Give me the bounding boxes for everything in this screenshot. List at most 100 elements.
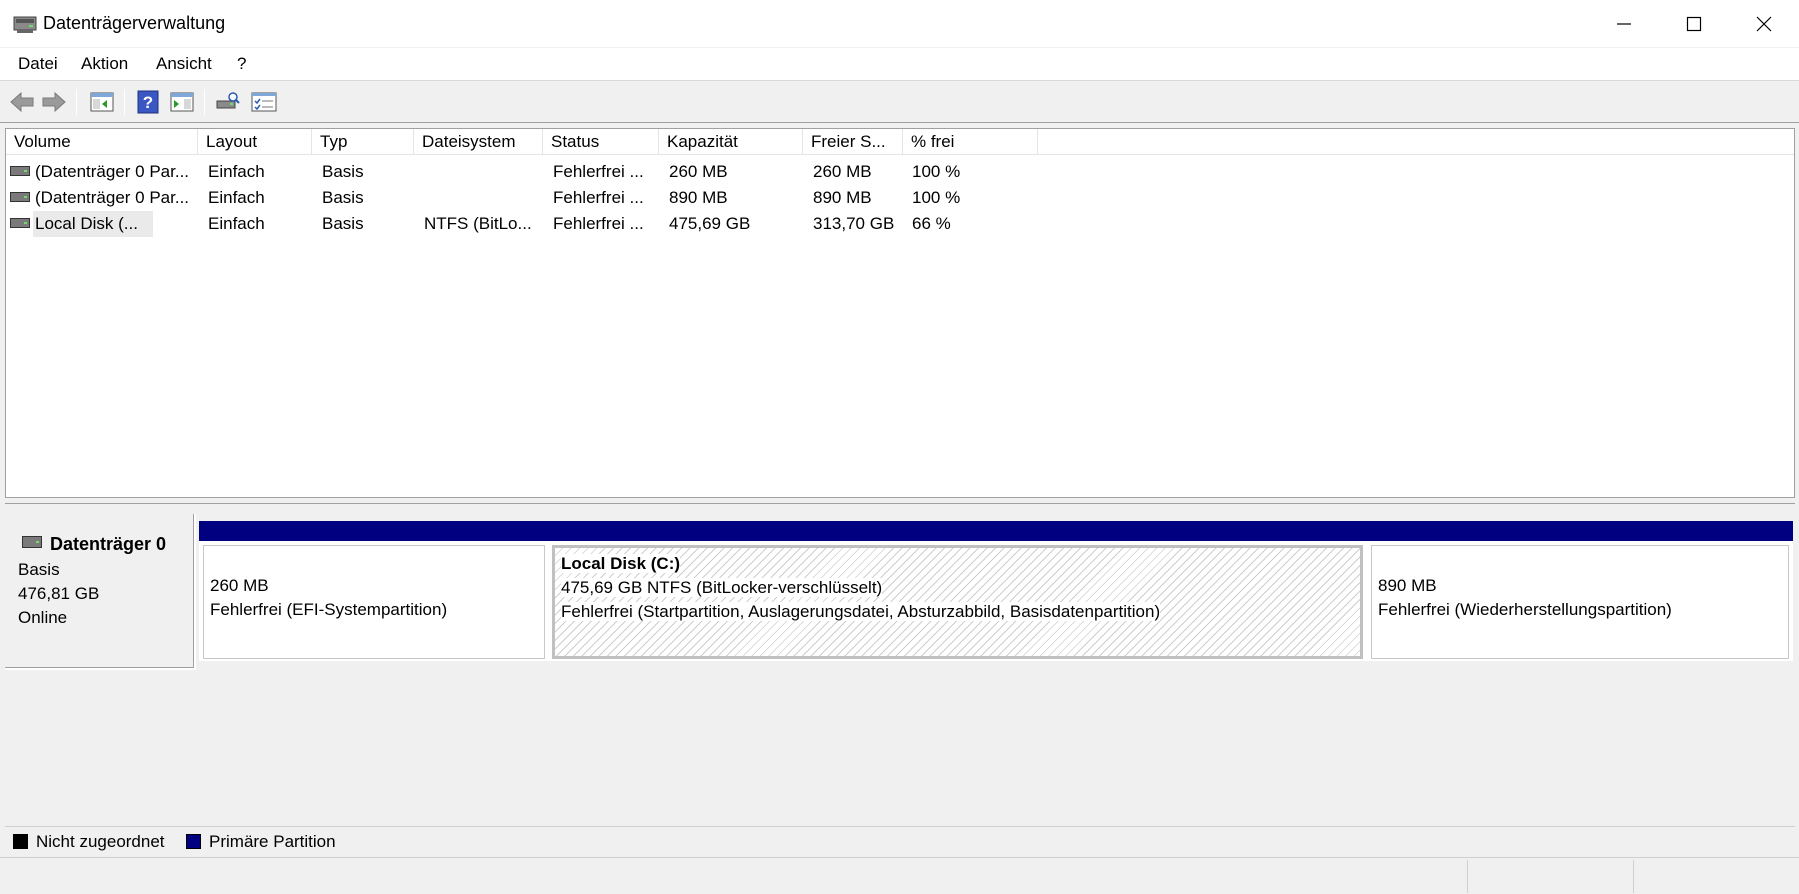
- cell-status: Fehlerfrei ...: [553, 162, 644, 181]
- cell-layout: Einfach: [208, 214, 265, 233]
- drive-icon: [10, 218, 30, 228]
- cell-prozent-frei: 100 %: [912, 188, 961, 207]
- menu-help[interactable]: ?: [237, 54, 246, 74]
- partition-status: Fehlerfrei (Wiederherstellungspartition): [1378, 600, 1672, 619]
- close-icon: [1756, 16, 1772, 32]
- maximize-button[interactable]: [1659, 0, 1729, 48]
- maximize-icon: [1686, 16, 1702, 32]
- legend-label-primary: Primäre Partition: [209, 832, 336, 851]
- table-row[interactable]: (Datenträger 0 Par... Einfach Basis Fehl…: [6, 159, 1794, 185]
- primary-partition-bar: [199, 521, 549, 541]
- cell-volume: (Datenträger 0 Par...: [35, 162, 190, 181]
- column-header-layout[interactable]: Layout: [198, 129, 312, 155]
- back-arrow-icon: [10, 91, 34, 113]
- disk-size: 476,81 GB: [18, 584, 100, 603]
- legend: Nicht zugeordnet Primäre Partition: [5, 826, 1795, 856]
- forward-arrow-icon: [42, 91, 66, 113]
- volume-list: Volume Layout Typ Dateisystem Status Kap…: [5, 128, 1795, 498]
- close-button[interactable]: [1729, 0, 1799, 48]
- cell-status: Fehlerfrei ...: [553, 214, 644, 233]
- help-button[interactable]: ?: [134, 88, 162, 116]
- column-header-dateisystem[interactable]: Dateisystem: [414, 129, 543, 155]
- partition-status: Fehlerfrei (Startpartition, Auslagerungs…: [561, 602, 1161, 621]
- svg-text:?: ?: [143, 93, 153, 112]
- cell-status: Fehlerfrei ...: [553, 188, 644, 207]
- minimize-button[interactable]: [1589, 0, 1659, 48]
- partition-title: Local Disk (C:): [561, 554, 681, 573]
- cell-volume: (Datenträger 0 Par...: [35, 188, 190, 207]
- partition-size: 890 MB: [1378, 576, 1437, 595]
- cell-freier-speicher: 890 MB: [813, 188, 872, 207]
- partition-body: 890 MB Fehlerfrei (Wiederherstellungspar…: [1371, 545, 1789, 659]
- partition-size: 475,69 GB NTFS (BitLocker-verschlüsselt): [561, 578, 883, 597]
- disk-state: Online: [18, 608, 68, 627]
- partition-status: Fehlerfrei (EFI-Systempartition): [210, 600, 448, 619]
- drive-icon: [10, 166, 30, 176]
- cell-typ: Basis: [322, 162, 364, 181]
- legend-swatch-primary: [186, 834, 201, 849]
- cell-layout: Einfach: [208, 162, 265, 181]
- cell-typ: Basis: [322, 188, 364, 207]
- rescan-disks-button[interactable]: [214, 88, 242, 116]
- cell-prozent-frei: 100 %: [912, 162, 961, 181]
- cell-layout: Einfach: [208, 188, 265, 207]
- show-hide-action-pane-icon: [170, 92, 194, 112]
- back-button[interactable]: [8, 88, 36, 116]
- column-header-freier-speicher[interactable]: Freier S...: [803, 129, 903, 155]
- forward-button[interactable]: [40, 88, 68, 116]
- disk-graphical-view: Datenträger 0 Basis 476,81 GB Online 260…: [5, 504, 1795, 826]
- cell-kapazitaet: 475,69 GB: [669, 214, 751, 233]
- cell-volume: Local Disk (...: [33, 211, 153, 237]
- menu-datei[interactable]: Datei: [18, 54, 58, 74]
- disk-management-icon: [13, 16, 37, 33]
- disk-name: Datenträger 0: [50, 534, 167, 554]
- table-row[interactable]: (Datenträger 0 Par... Einfach Basis Fehl…: [6, 185, 1794, 211]
- partition-size: 260 MB: [210, 576, 269, 595]
- properties-button[interactable]: [250, 88, 278, 116]
- column-header-prozent-frei[interactable]: % frei: [903, 129, 1038, 155]
- drive-icon: [10, 192, 30, 202]
- cell-dateisystem: [424, 159, 543, 185]
- primary-partition-bar: [1367, 521, 1793, 541]
- partition-body: 260 MB Fehlerfrei (EFI-Systempartition): [203, 545, 545, 659]
- disk-type: Basis: [18, 560, 60, 579]
- rescan-disks-icon: [216, 92, 240, 109]
- cell-prozent-frei: 66 %: [912, 214, 951, 233]
- disk-info-panel[interactable]: Datenträger 0 Basis 476,81 GB Online: [5, 514, 196, 670]
- title-bar: Datenträgerverwaltung: [0, 0, 1799, 48]
- show-hide-action-pane-button[interactable]: [168, 88, 196, 116]
- legend-swatch-unallocated: [13, 834, 28, 849]
- show-hide-console-tree-button[interactable]: [88, 88, 116, 116]
- disk-icon: [22, 536, 42, 548]
- partition-efi[interactable]: 260 MB Fehlerfrei (EFI-Systempartition): [199, 521, 549, 661]
- window-title: Datenträgerverwaltung: [43, 13, 226, 33]
- menu-aktion[interactable]: Aktion: [81, 54, 128, 74]
- cell-typ: Basis: [322, 214, 364, 233]
- status-bar-separator: [1467, 860, 1468, 893]
- cell-freier-speicher: 313,70 GB: [813, 214, 895, 233]
- volume-list-header: Volume Layout Typ Dateisystem Status Kap…: [6, 129, 1794, 155]
- column-header-status[interactable]: Status: [543, 129, 659, 155]
- partition-recovery[interactable]: 890 MB Fehlerfrei (Wiederherstellungspar…: [1367, 521, 1793, 661]
- column-header-kapazitaet[interactable]: Kapazität: [659, 129, 803, 155]
- toolbar-separator: [204, 89, 205, 115]
- show-hide-console-tree-icon: [90, 92, 114, 112]
- minimize-icon: [1617, 23, 1631, 25]
- column-header-volume[interactable]: Volume: [6, 129, 198, 155]
- menu-bar: Datei Aktion Ansicht ?: [0, 48, 1799, 81]
- cell-freier-speicher: 260 MB: [813, 162, 872, 181]
- toolbar-separator: [124, 89, 125, 115]
- partition-body-selected: Local Disk (C:) 475,69 GB NTFS (BitLocke…: [552, 545, 1363, 659]
- help-icon: ?: [137, 90, 159, 114]
- cell-kapazitaet: 890 MB: [669, 188, 728, 207]
- toolbar-separator: [76, 89, 77, 115]
- properties-icon: [251, 92, 277, 112]
- toolbar: ?: [0, 81, 1799, 123]
- partition-local-disk-c[interactable]: Local Disk (C:) 475,69 GB NTFS (BitLocke…: [548, 521, 1367, 661]
- table-row[interactable]: Local Disk (... Einfach Basis NTFS (BitL…: [6, 211, 1794, 237]
- cell-dateisystem: [424, 185, 543, 211]
- column-header-typ[interactable]: Typ: [312, 129, 414, 155]
- status-bar-separator: [1633, 860, 1634, 893]
- cell-dateisystem: NTFS (BitLo...: [424, 214, 532, 233]
- menu-ansicht[interactable]: Ansicht: [156, 54, 212, 74]
